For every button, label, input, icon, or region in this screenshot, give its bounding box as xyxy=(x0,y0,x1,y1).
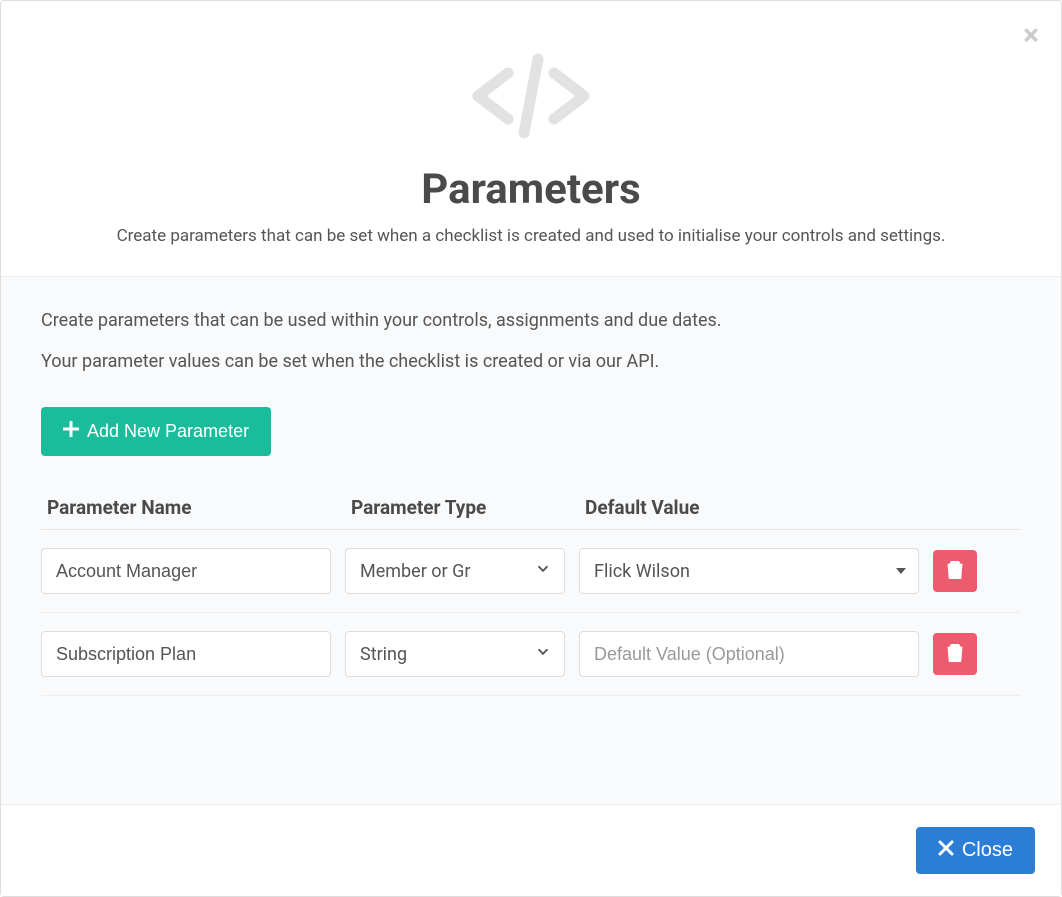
trash-icon xyxy=(947,561,963,582)
table-header: Parameter Name Parameter Type Default Va… xyxy=(41,486,1021,530)
chevron-down-icon xyxy=(534,643,552,666)
delete-row-button[interactable] xyxy=(933,633,977,675)
close-button-label: Close xyxy=(962,839,1013,862)
parameters-table: Parameter Name Parameter Type Default Va… xyxy=(41,486,1021,696)
modal-title: Parameters xyxy=(31,165,1031,214)
code-icon xyxy=(31,41,1031,155)
table-row: String xyxy=(41,613,1021,696)
col-header-name: Parameter Name xyxy=(41,496,331,519)
modal-body: Create parameters that can be used withi… xyxy=(1,277,1061,804)
modal-footer: Close xyxy=(1,804,1061,896)
plus-icon xyxy=(63,421,79,442)
default-value-input[interactable] xyxy=(579,631,919,677)
parameter-type-select[interactable]: String xyxy=(345,631,565,677)
select-value: Flick Wilson xyxy=(594,561,690,582)
select-value: Member or Gr xyxy=(360,561,470,582)
caret-down-icon xyxy=(896,568,906,574)
col-header-type: Parameter Type xyxy=(345,496,565,519)
parameter-name-input[interactable] xyxy=(41,631,331,677)
modal-header: Parameters Create parameters that can be… xyxy=(1,1,1061,277)
parameter-name-input[interactable] xyxy=(41,548,331,594)
close-icon[interactable]: × xyxy=(1023,21,1039,51)
table-row: Member or Gr Flick Wilson xyxy=(41,530,1021,613)
add-parameter-label: Add New Parameter xyxy=(87,421,249,442)
select-value: String xyxy=(360,644,407,665)
add-parameter-button[interactable]: Add New Parameter xyxy=(41,407,271,456)
chevron-down-icon xyxy=(534,560,552,583)
col-header-default: Default Value xyxy=(579,496,919,519)
parameters-modal: × Parameters Create parameters that can … xyxy=(0,0,1062,897)
intro-text-2: Your parameter values can be set when th… xyxy=(41,348,1021,375)
trash-icon xyxy=(947,644,963,665)
close-button[interactable]: Close xyxy=(916,827,1035,874)
close-icon xyxy=(938,839,954,862)
default-value-dropdown[interactable]: Flick Wilson xyxy=(579,548,919,594)
intro-text-1: Create parameters that can be used withi… xyxy=(41,307,1021,334)
delete-row-button[interactable] xyxy=(933,550,977,592)
parameter-type-select[interactable]: Member or Gr xyxy=(345,548,565,594)
modal-subtitle: Create parameters that can be set when a… xyxy=(31,226,1031,246)
